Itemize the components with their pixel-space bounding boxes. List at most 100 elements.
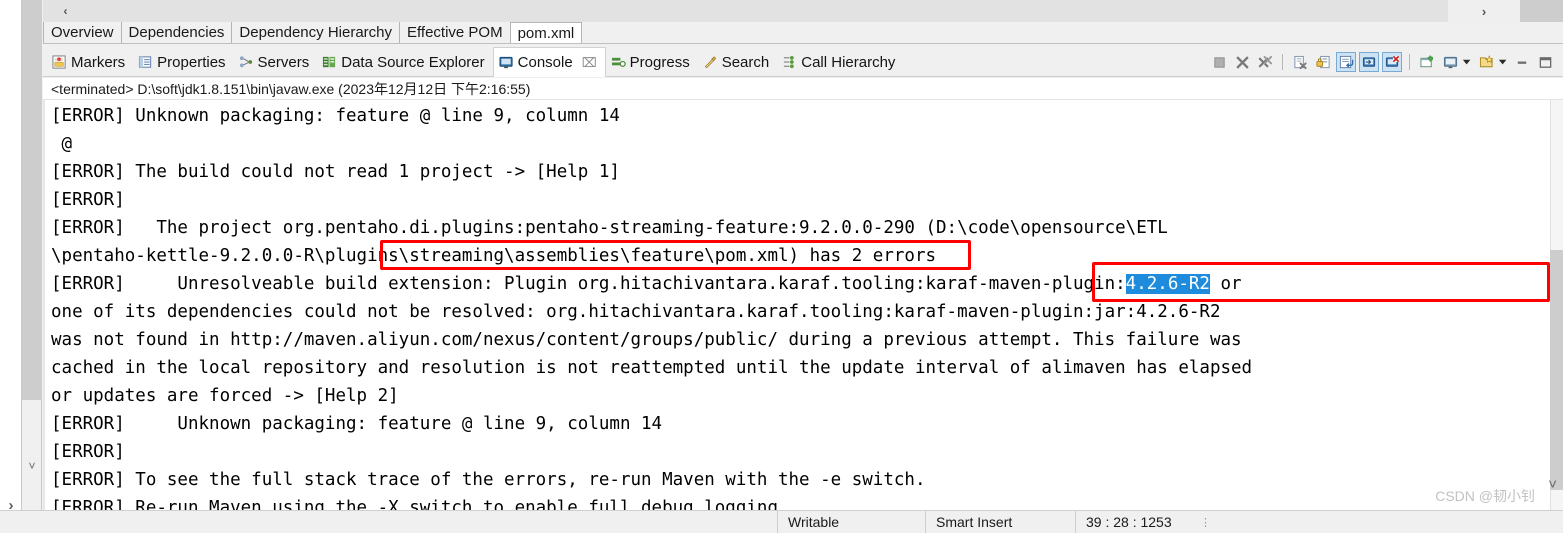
remove-all-terminated-button[interactable] — [1255, 52, 1275, 72]
corner-chevron-down-icon[interactable]: ˅ — [1548, 476, 1557, 493]
eclipse-ide-window: › ˅ ‹ › Overview Dependencies Dependency H… — [0, 0, 1563, 533]
console-line: [ERROR] Re-run Maven using the -X switch… — [51, 498, 789, 510]
editor-tab-scroll-row: ‹ › — [43, 0, 1563, 22]
show-console-output-icon — [1362, 55, 1377, 70]
open-console-icon — [1479, 54, 1494, 70]
tab-row-spacer — [88, 0, 1448, 22]
view-tab-label: Search — [721, 53, 770, 71]
open-console-button[interactable] — [1476, 52, 1496, 72]
view-tab-markers[interactable]: Markers — [47, 47, 133, 77]
word-wrap-icon — [1339, 55, 1354, 70]
console-text[interactable]: [ERROR] Unknown packaging: feature @ lin… — [51, 102, 1549, 510]
separator-2 — [1409, 54, 1410, 70]
scroll-lock-icon — [1315, 55, 1331, 70]
editor-tab-label: Dependency Hierarchy — [239, 24, 392, 41]
view-tab-label: Progress — [629, 53, 690, 71]
editor-tab-effective-pom[interactable]: Effective POM — [400, 22, 511, 43]
pin-console-icon — [1419, 54, 1435, 70]
terminate-button[interactable] — [1209, 52, 1229, 72]
scroll-down-chevron-icon[interactable]: ˅ — [22, 455, 42, 477]
remove-launch-button[interactable] — [1232, 52, 1252, 72]
chevron-down-icon — [1497, 55, 1512, 70]
editor-tab-bar: Overview Dependencies Dependency Hierarchy… — [43, 22, 1563, 44]
scroll-left-chevron-icon[interactable]: ‹ — [43, 0, 88, 22]
view-tab-console[interactable]: Console ⌧ — [492, 47, 606, 77]
editor-tab-label: Overview — [51, 24, 114, 41]
console-line: [ERROR] Unknown packaging: feature @ lin… — [51, 106, 620, 126]
properties-icon — [138, 55, 153, 70]
console-line: one of its dependencies could not be res… — [51, 302, 1221, 322]
editor-tab-dependencies[interactable]: Dependencies — [121, 22, 233, 43]
data-source-explorer-icon — [322, 55, 337, 70]
display-selected-console-menu[interactable] — [1461, 52, 1476, 72]
chevron-down-icon — [1461, 55, 1476, 70]
editor-tab-label: Effective POM — [407, 24, 503, 41]
status-writable: Writable — [778, 510, 926, 533]
console-output-panel[interactable]: [ERROR] Unknown packaging: feature @ lin… — [43, 100, 1563, 510]
editor-tab-pom-xml[interactable]: pom.xml — [510, 22, 583, 43]
console-line: @ — [51, 134, 73, 154]
word-wrap-button[interactable] — [1336, 52, 1356, 72]
close-icon[interactable]: ⌧ — [582, 56, 597, 69]
clear-console-button[interactable] — [1290, 52, 1310, 72]
console-text-selection[interactable]: 4.2.6-R2 — [1125, 274, 1210, 294]
show-console-on-output-button[interactable] — [1359, 52, 1379, 72]
console-line: [ERROR] The project org.pentaho.di.plugi… — [51, 218, 1168, 238]
view-tab-label: Markers — [71, 53, 126, 71]
clear-console-icon — [1293, 55, 1308, 70]
editor-tab-dependency-hierarchy[interactable]: Dependency Hierarchy — [232, 22, 400, 43]
view-tab-label: Console — [517, 54, 573, 71]
show-console-on-error-button[interactable] — [1382, 52, 1402, 72]
view-tab-label: Data Source Explorer — [341, 53, 485, 71]
pin-console-button[interactable] — [1417, 52, 1437, 72]
console-line: [ERROR] Unknown packaging: feature @ lin… — [51, 414, 663, 434]
console-line: [ERROR] — [51, 442, 125, 462]
call-hierarchy-icon — [782, 55, 797, 70]
minimize-icon — [1515, 55, 1530, 70]
view-tab-label: Properties — [157, 53, 226, 71]
stop-square-icon — [1212, 55, 1227, 70]
left-fast-view-bar: › — [0, 0, 22, 533]
console-scrollbar-thumb[interactable] — [1550, 250, 1563, 490]
console-left-rule — [43, 100, 45, 510]
view-tab-bar: Markers Properties Servers Data Source Expl… — [43, 47, 1563, 77]
view-tab-properties[interactable]: Properties — [133, 47, 233, 77]
view-tab-servers[interactable]: Servers — [234, 47, 318, 77]
view-tab-label: Call Hierarchy — [801, 53, 896, 71]
view-tab-list: Markers Properties Servers Data Source Expl… — [47, 47, 903, 77]
status-bar-left-spacer — [0, 510, 778, 533]
editor-vertical-scrollbar[interactable]: ˅ — [22, 0, 42, 533]
console-line: or updates are forced -> [Help 2] — [51, 386, 399, 406]
console-toolbar — [1209, 47, 1555, 77]
console-line: [ERROR] — [51, 190, 125, 210]
markers-icon — [52, 54, 67, 70]
view-tab-progress[interactable]: Progress — [606, 47, 698, 77]
status-bar-handle[interactable]: ⋮ — [1196, 511, 1216, 533]
search-icon — [703, 55, 718, 70]
remove-x-icon — [1235, 55, 1250, 70]
display-selected-console-button[interactable] — [1440, 52, 1460, 72]
scroll-lock-button[interactable] — [1313, 52, 1333, 72]
scroll-right-chevron-icon[interactable]: › — [1448, 0, 1520, 22]
console-line: [ERROR] The build could not read 1 proje… — [51, 162, 620, 182]
status-bar: Writable Smart Insert 39 : 28 : 1253 ⋮ — [0, 510, 1563, 533]
view-tab-search[interactable]: Search — [698, 47, 778, 77]
console-line: [ERROR] Unresolveable build extension: P… — [51, 274, 1242, 294]
view-tab-label: Servers — [257, 53, 310, 71]
console-vertical-scrollbar[interactable] — [1550, 100, 1563, 510]
maximize-button[interactable] — [1535, 52, 1555, 72]
remove-all-x-icon — [1258, 55, 1273, 70]
display-console-icon — [1443, 55, 1458, 70]
console-line-tail: or — [1209, 274, 1242, 294]
open-console-menu[interactable] — [1497, 52, 1512, 72]
view-tab-call-hierarchy[interactable]: Call Hierarchy — [777, 47, 903, 77]
minimize-button[interactable] — [1512, 52, 1532, 72]
editor-tab-label: Dependencies — [128, 24, 225, 41]
console-icon — [499, 55, 514, 70]
maximize-icon — [1538, 55, 1553, 70]
view-tab-data-source-explorer[interactable]: Data Source Explorer — [317, 47, 492, 77]
editor-tab-overview[interactable]: Overview — [43, 22, 122, 43]
scrollbar-thumb[interactable] — [22, 0, 42, 400]
console-process-label: <terminated> D:\soft\jdk1.8.151\bin\java… — [43, 78, 1563, 100]
editor-tab-label: pom.xml — [517, 24, 575, 42]
